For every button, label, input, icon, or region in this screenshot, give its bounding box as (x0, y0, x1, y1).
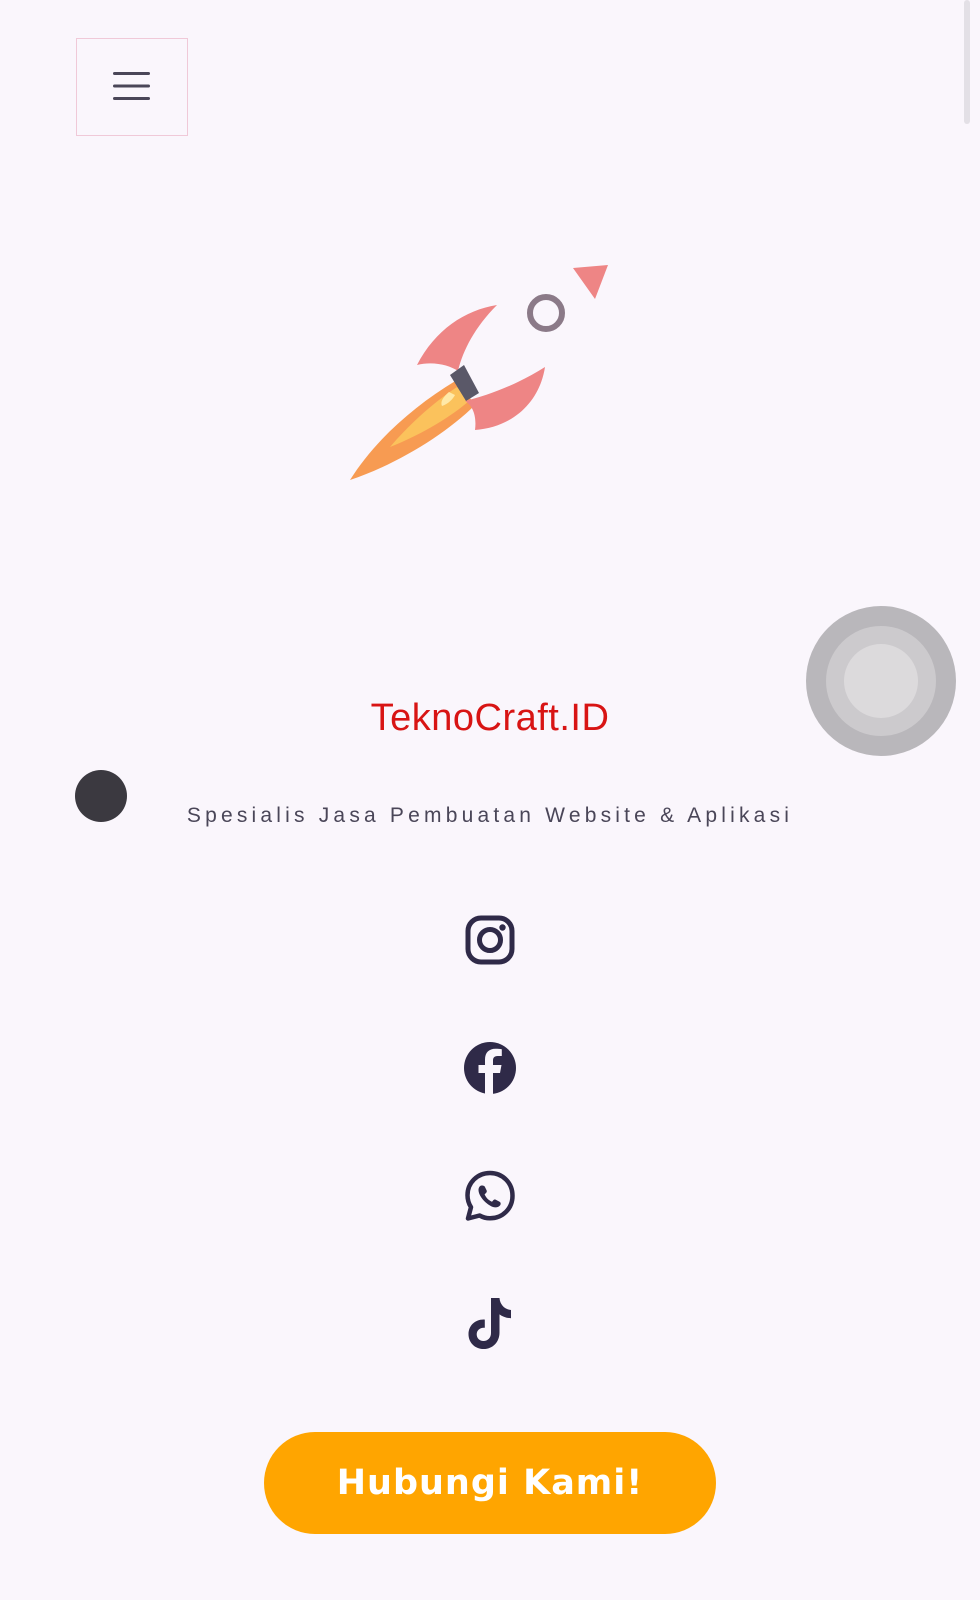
facebook-link[interactable] (460, 1038, 520, 1098)
instagram-link[interactable] (460, 910, 520, 970)
contact-us-button[interactable]: Hubungi Kami! (264, 1432, 716, 1534)
social-tiktok-row (0, 1294, 980, 1354)
tagline: Spesialis Jasa Pembuatan Website & Aplik… (186, 804, 794, 827)
facebook-icon (460, 1042, 520, 1102)
tiktok-icon (460, 1298, 520, 1358)
social-facebook-row (0, 1038, 980, 1098)
social-whatsapp-row (0, 1166, 980, 1226)
scrollbar-thumb[interactable] (964, 0, 970, 124)
hamburger-menu-icon (112, 69, 152, 106)
brand-title: TeknoCraft.ID (370, 697, 610, 739)
menu-button[interactable] (76, 38, 188, 136)
social-instagram-row (0, 910, 980, 970)
rocket-icon (345, 265, 625, 495)
tiktok-link[interactable] (460, 1294, 520, 1354)
whatsapp-link[interactable] (460, 1166, 520, 1226)
instagram-icon (460, 915, 520, 974)
whatsapp-icon (460, 1170, 520, 1230)
